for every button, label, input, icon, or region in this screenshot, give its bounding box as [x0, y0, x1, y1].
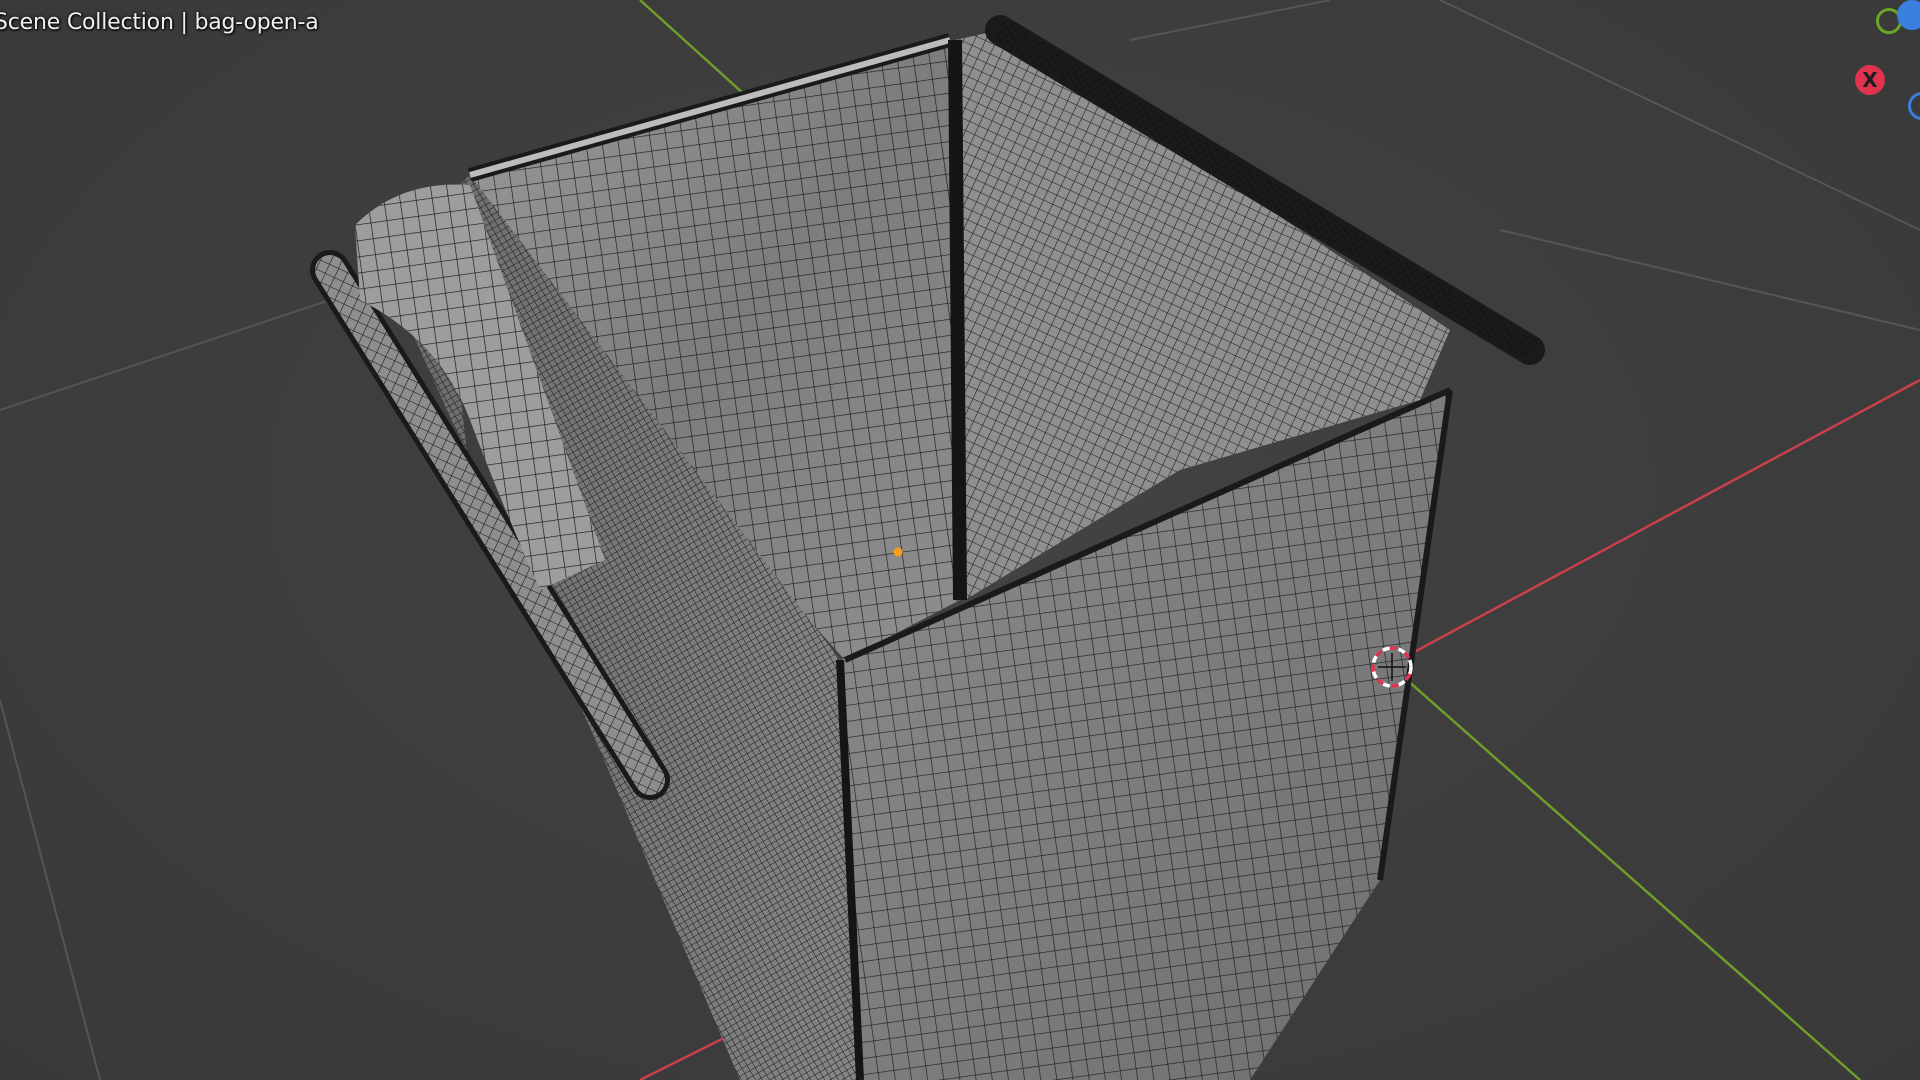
3d-viewport[interactable]: Scene Collection | bag-open-a X [0, 0, 1920, 1080]
gizmo-x-axis[interactable]: X [1855, 65, 1885, 95]
bag-mesh [310, 15, 1545, 1080]
object-origin [893, 547, 903, 557]
viewport-canvas[interactable] [0, 0, 1920, 1080]
viewport-info-text: Scene Collection | bag-open-a [0, 10, 319, 35]
gizmo-z-axis[interactable] [1897, 0, 1920, 30]
